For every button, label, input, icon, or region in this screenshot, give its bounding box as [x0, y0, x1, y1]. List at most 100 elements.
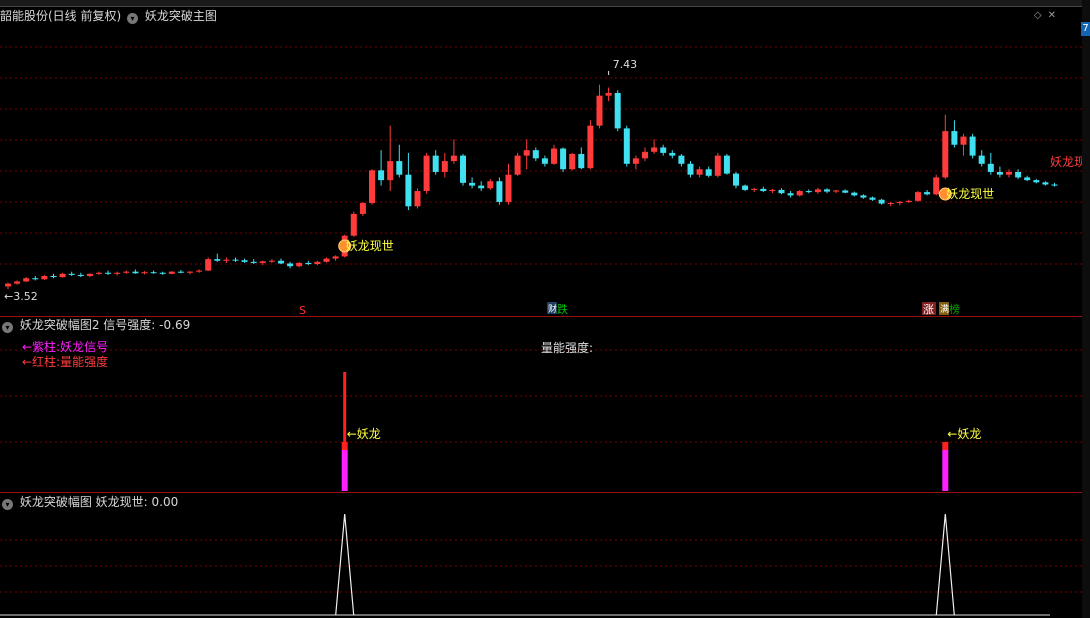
candle-body [1051, 184, 1058, 186]
candle-body [742, 185, 749, 190]
candle-body [623, 128, 630, 164]
candle-body [469, 182, 476, 186]
candle-body [1006, 171, 1012, 175]
candle-body [487, 181, 494, 189]
signal-text: 妖龙现世 [346, 239, 394, 253]
candle-body [287, 263, 294, 267]
candle-body [68, 273, 75, 275]
candle-body [496, 181, 503, 202]
candle-body [414, 191, 421, 207]
candle-body [605, 92, 612, 96]
candle-body [141, 272, 148, 274]
dropdown-icon[interactable]: ▾ [2, 322, 13, 333]
candle-body [441, 161, 448, 172]
candle-body [214, 259, 221, 261]
candle-body [205, 259, 212, 271]
candle-body [632, 158, 639, 164]
candle-body [669, 152, 676, 156]
panel3-field-value: 0.00 [151, 495, 179, 509]
candle-body [478, 185, 485, 189]
candle-body [969, 136, 976, 156]
candle-body [350, 213, 357, 236]
marker-badge-text: 满 [940, 304, 949, 315]
legend-purple: ←紫柱:妖龙信号 [22, 339, 108, 354]
candle-body [514, 155, 521, 175]
candle-body [323, 258, 330, 262]
candle-body [177, 271, 184, 273]
candle-body [778, 189, 785, 194]
candle-body [187, 271, 193, 273]
candle-body [168, 271, 175, 274]
candle-body [887, 203, 894, 205]
candle-body [860, 195, 867, 198]
stock-label[interactable]: 韶能股份(日线 前复权) [0, 9, 121, 23]
candle-body [505, 174, 512, 202]
candle-body [105, 272, 112, 274]
candle-body [423, 155, 430, 192]
candle-body [696, 169, 703, 175]
candle-body [59, 273, 66, 278]
dropdown-icon[interactable]: ▾ [2, 499, 13, 510]
candle-body [232, 259, 239, 261]
candle-body [123, 271, 130, 273]
candle-body [896, 201, 903, 204]
candle-body [951, 131, 958, 145]
candle-body [41, 276, 48, 280]
yaolong-spike [935, 513, 955, 616]
candle-body [32, 278, 39, 280]
panel2-name[interactable]: 妖龙突破幅图2 [20, 318, 100, 332]
high-label: 7.43 [613, 58, 638, 71]
candle-body [551, 148, 557, 164]
dropdown-icon[interactable]: ▾ [127, 13, 139, 24]
candle-body [23, 278, 30, 282]
candle-body [924, 192, 931, 195]
candle-body [132, 271, 139, 274]
candle-body [751, 188, 758, 190]
candle-body [1042, 182, 1049, 185]
candle-body [460, 155, 466, 183]
candle-body [278, 260, 284, 264]
candle-body [878, 199, 885, 204]
candle-body [541, 158, 548, 164]
right-badge[interactable]: 7 [1081, 22, 1090, 36]
candle-body [359, 203, 366, 214]
candle-body [560, 148, 567, 170]
candle-body [532, 150, 539, 159]
candle-body [387, 161, 394, 181]
candle-body [314, 261, 321, 265]
candle-body [150, 272, 157, 274]
marker-s: S [299, 304, 306, 317]
panel2-title-row: ▾ 妖龙突破幅图2 信号强度: -0.69 [0, 317, 190, 333]
candle-body [405, 174, 412, 207]
diamond-icon[interactable]: ◇ [1034, 10, 1048, 21]
candle-body [569, 153, 576, 170]
center-label: 量能强度: [541, 340, 593, 355]
candle-body [196, 270, 203, 272]
candle-body [14, 281, 21, 284]
candle-body [432, 155, 439, 172]
marker-badge-text: 财 [548, 303, 557, 315]
candle-body [250, 261, 257, 263]
signal-label: ←妖龙 [947, 427, 981, 441]
close-icon[interactable]: ✕ [1048, 10, 1062, 21]
right-scroll-strip[interactable] [1082, 0, 1090, 618]
signal-text: 妖龙现世 [946, 187, 994, 201]
candle-body [159, 272, 166, 274]
candle-body [523, 150, 530, 156]
main-indicator-name[interactable]: 妖龙突破主图 [145, 9, 217, 23]
signal-label: ←妖龙 [347, 427, 381, 441]
candle-body [296, 262, 303, 267]
candle-body [760, 188, 767, 192]
candle-body [614, 92, 621, 129]
candle-body [796, 191, 803, 196]
candle-body [241, 260, 248, 262]
candle-body [705, 169, 712, 176]
candle-body [369, 170, 375, 204]
window-controls: ◇✕ [1034, 10, 1062, 21]
candle-body [77, 274, 84, 277]
panel3-name[interactable]: 妖龙突破幅图 [20, 495, 92, 509]
candle-body [678, 155, 685, 164]
yaolong-signal-bar [341, 450, 348, 491]
yaolong-spike [335, 513, 355, 616]
candle-body [805, 191, 812, 193]
